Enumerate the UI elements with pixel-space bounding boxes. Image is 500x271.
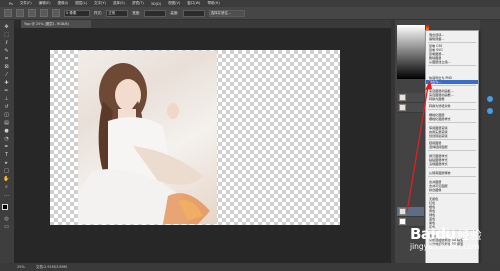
menu-separator (428, 65, 476, 66)
menu-file[interactable]: 文件(F) (20, 1, 32, 6)
menu-separator (428, 102, 476, 103)
eyedropper-tool-icon[interactable]: ⁄ (3, 73, 10, 78)
menu-view[interactable]: 视图(V) (168, 1, 180, 6)
layer-row[interactable] (397, 103, 424, 113)
marquee-tool-icon[interactable] (16, 9, 24, 17)
feather-field[interactable]: 0 像素 (64, 9, 90, 17)
menu-item[interactable]: 转换为图框 (426, 97, 478, 101)
quick-select-tool-icon[interactable]: ✎ (3, 49, 10, 54)
layer-thumbnail (399, 208, 406, 215)
menu-separator (428, 85, 476, 86)
marquee-tool-icon[interactable]: ⬚ (3, 33, 10, 38)
pen-tool-icon[interactable]: ✒ (3, 145, 10, 150)
menu-item[interactable]: 选择链接图层 (426, 145, 478, 149)
menu-window[interactable]: 窗口(W) (187, 1, 200, 6)
style-label: 样式: (94, 10, 103, 15)
hand-tool-icon[interactable]: ✋ (3, 177, 10, 182)
menu-separator (428, 176, 476, 177)
menu-separator (428, 167, 476, 168)
menu-3d[interactable]: 3D(D) (151, 2, 161, 6)
document-info: 文档:2.91M/3.89M (35, 265, 67, 269)
move-tool-icon[interactable]: ✥ (3, 25, 10, 30)
menu-separator (428, 139, 476, 140)
zoom-tool-icon[interactable]: ⌕ (3, 185, 10, 190)
layer-thumbnail (399, 218, 406, 225)
zoom-level[interactable]: 25% (17, 265, 25, 269)
layer-row[interactable] (397, 93, 424, 103)
tools-panel: ✥ ⬚ ℓ ✎ ⌗ ⊠ ⁄ ✚ ✏ ⊥ ↺ ◫ ▤ ● ◔ ✒ T ▸ □ ✋ … (0, 20, 15, 266)
blur-tool-icon[interactable]: ● (3, 129, 10, 134)
brush-tool-icon[interactable]: ✏ (3, 89, 10, 94)
more-tools-icon[interactable]: … (3, 193, 10, 198)
healing-brush-icon[interactable]: ✚ (3, 81, 10, 86)
watermark: Baidu 经验 jingyan.baidu.com (410, 225, 482, 251)
menu-edit[interactable]: 编辑(E) (39, 1, 51, 6)
menu-select[interactable]: 选择(S) (113, 1, 125, 6)
menu-filter[interactable]: 滤镜(T) (132, 1, 144, 6)
history-brush-icon[interactable]: ↺ (3, 105, 10, 110)
home-icon[interactable] (4, 9, 12, 17)
add-selection-icon[interactable] (40, 9, 48, 17)
type-tool-icon[interactable]: T (3, 153, 10, 158)
menu-separator (428, 150, 476, 151)
layer-photo (78, 51, 217, 224)
menu-item[interactable]: 从隔离图层释放 (426, 171, 478, 175)
collapsed-panels (480, 20, 500, 263)
dodge-tool-icon[interactable]: ◔ (3, 137, 10, 142)
path-select-icon[interactable]: ▸ (3, 161, 10, 166)
document-tab-bar: Ypp @ 25% (图层1, RGB/8) (21, 20, 391, 28)
clone-stamp-icon[interactable]: ⊥ (3, 97, 10, 102)
watermark-suffix: 经验 (457, 228, 482, 242)
quick-mask-icon[interactable]: ◎ (3, 217, 10, 222)
menu-item[interactable]: 转换为智能对象 (426, 104, 478, 108)
menu-item[interactable]: 拼合图像 (426, 188, 478, 192)
new-selection-icon[interactable] (28, 9, 36, 17)
select-and-mask-button[interactable]: 选择并遮住... (208, 9, 245, 17)
frame-tool-icon[interactable]: ⊠ (3, 65, 10, 70)
watermark-url: jingyan.baidu.com (410, 242, 480, 251)
menu-item[interactable]: 从图层建立组... (426, 60, 478, 64)
app-logo[interactable]: Ps (9, 2, 13, 6)
rectangle-tool-icon[interactable]: □ (3, 169, 10, 174)
menu-type[interactable]: 文字(Y) (94, 1, 106, 6)
menu-item[interactable]: 栅格化图层样式 (426, 117, 478, 121)
menu-separator (428, 193, 476, 194)
menu-item[interactable]: 创建剪贴蒙版 (426, 134, 478, 138)
menu-layer[interactable]: 图层(L) (75, 1, 87, 6)
selected-layer-row[interactable] (397, 207, 424, 217)
crop-tool-icon[interactable]: ⌗ (3, 57, 10, 62)
lasso-tool-icon[interactable]: ℓ (3, 41, 10, 46)
menu-item-export-as[interactable]: 导出为... (426, 80, 478, 84)
options-bar: 0 像素 样式: 正常 宽度: 高度: 选择并遮住... (0, 7, 500, 20)
layer-thumbnail (399, 94, 406, 101)
watermark-brand: Baidu (410, 225, 456, 243)
panel-icon[interactable] (487, 96, 493, 102)
subtract-selection-icon[interactable] (52, 9, 60, 17)
menu-separator (428, 109, 476, 110)
panel-icon[interactable] (487, 108, 493, 114)
height-label: 高度: (170, 10, 179, 15)
status-bar: 25% 文档:2.91M/3.89M (0, 263, 500, 271)
menu-help[interactable]: 帮助(H) (207, 1, 219, 6)
layer-thumbnail (399, 104, 406, 111)
width-label: 宽度: (132, 10, 141, 15)
document-tab[interactable]: Ypp @ 25% (图层1, RGB/8) (21, 20, 91, 28)
menu-image[interactable]: 图像(I) (58, 1, 69, 6)
eraser-tool-icon[interactable]: ◫ (3, 113, 10, 118)
color-picker-field[interactable] (397, 25, 425, 79)
menu-item[interactable]: 编辑调整... (426, 37, 478, 41)
menu-separator (428, 42, 476, 43)
screen-mode-icon[interactable]: ▭ (3, 225, 10, 230)
gradient-tool-icon[interactable]: ▤ (3, 121, 10, 126)
height-field[interactable] (182, 9, 205, 17)
menu-item[interactable]: 清除图层样式 (426, 162, 478, 166)
menu-separator (428, 122, 476, 123)
style-select[interactable]: 正常 (106, 9, 129, 17)
width-field[interactable] (144, 9, 167, 17)
foreground-color-swatch[interactable] (2, 204, 8, 210)
menu-bar: Ps 文件(F) 编辑(E) 图像(I) 图层(L) 文字(Y) 选择(S) 滤… (0, 0, 500, 7)
